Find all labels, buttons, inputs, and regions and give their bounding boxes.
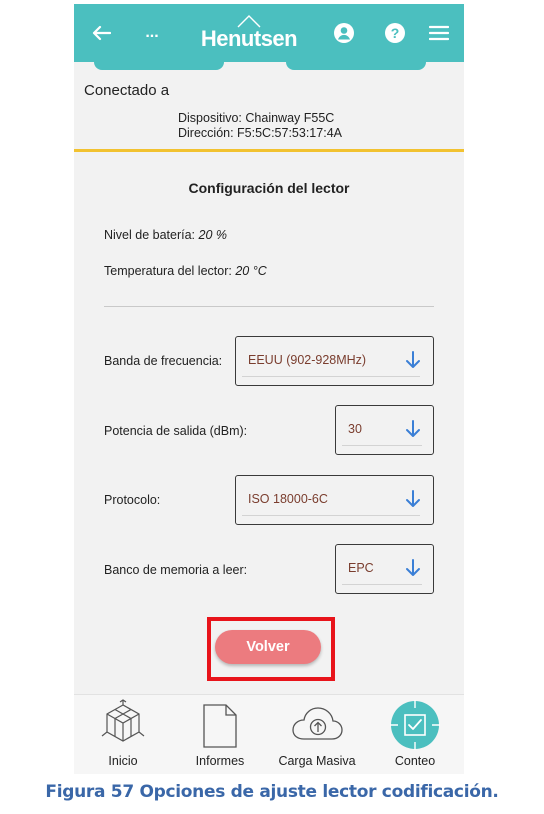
tab-stub-right: [286, 62, 426, 70]
output-power-value: 30: [348, 422, 362, 436]
bottom-nav: Inicio Informes Carga Masiva Conteo: [74, 694, 464, 774]
select-underline: [242, 515, 420, 516]
tab-stub-left: [94, 62, 224, 70]
output-power-label: Potencia de salida (dBm):: [104, 424, 248, 438]
divider: [104, 306, 434, 307]
device-address: Dirección: F5:5C:57:53:17:4A: [178, 126, 342, 140]
memory-bank-label: Banco de memoria a leer:: [104, 563, 248, 577]
nav-item-inicio[interactable]: Inicio: [88, 695, 158, 774]
scan-check-icon: [390, 700, 440, 750]
output-power-select[interactable]: 30: [335, 405, 434, 455]
device-name: Dispositivo: Chainway F55C: [178, 111, 335, 125]
arrow-down-icon: [405, 490, 421, 513]
section-divider: [74, 149, 464, 152]
back-arrow-icon[interactable]: [88, 18, 114, 48]
nav-label-inicio: Inicio: [108, 754, 138, 768]
nav-label-conteo: Conteo: [394, 754, 436, 768]
cube-icon: [101, 699, 145, 742]
arrow-down-icon: [405, 351, 421, 374]
connected-label: Conectado a: [84, 82, 170, 99]
nav-item-conteo[interactable]: Conteo: [382, 695, 448, 774]
frequency-band-label: Banda de frecuencia:: [104, 354, 223, 368]
select-underline: [242, 376, 420, 377]
temperature-label: Temperatura del lector:: [104, 264, 232, 278]
back-button[interactable]: Volver: [215, 630, 321, 664]
memory-bank-value: EPC: [348, 561, 374, 575]
protocol-label: Protocolo:: [104, 493, 161, 507]
help-icon[interactable]: ?: [382, 18, 408, 48]
battery-level: Nivel de batería: 20 %: [104, 228, 227, 242]
cloud-upload-icon: [292, 707, 343, 740]
config-title: Configuración del lector: [188, 180, 350, 196]
temperature-value: 20 °C: [235, 264, 267, 278]
battery-value: 20 %: [198, 228, 228, 242]
select-underline: [342, 584, 422, 585]
hamburger-menu-icon[interactable]: [426, 18, 452, 48]
figure-caption: Figura 57 Opciones de ajuste lector codi…: [45, 782, 499, 802]
reader-temperature: Temperatura del lector: 20 °C: [104, 264, 267, 278]
user-icon[interactable]: [331, 18, 357, 48]
nav-label-informes: Informes: [195, 754, 245, 768]
phone-screen: ... Henutsen ? Conectado a Dispositivo: …: [74, 4, 464, 774]
app-header: ... Henutsen ?: [74, 4, 464, 62]
protocol-select[interactable]: ISO 18000-6C: [235, 475, 434, 525]
nav-item-carga-masiva[interactable]: Carga Masiva: [272, 695, 362, 774]
svg-text:?: ?: [391, 25, 400, 41]
frequency-band-select[interactable]: EEUU (902-928MHz): [235, 336, 434, 386]
nav-item-informes[interactable]: Informes: [186, 695, 254, 774]
arrow-down-icon: [405, 420, 421, 443]
protocol-value: ISO 18000-6C: [248, 492, 328, 506]
select-underline: [342, 445, 422, 446]
nav-label-carga-masiva: Carga Masiva: [278, 754, 356, 768]
more-button[interactable]: ...: [140, 18, 164, 48]
frequency-band-value: EEUU (902-928MHz): [248, 353, 367, 367]
logo-text: Henutsen: [200, 26, 298, 51]
battery-label: Nivel de batería:: [104, 228, 196, 242]
henutsen-logo: Henutsen: [190, 14, 308, 54]
document-icon: [203, 704, 237, 748]
arrow-down-icon: [405, 559, 421, 582]
memory-bank-select[interactable]: EPC: [335, 544, 434, 594]
